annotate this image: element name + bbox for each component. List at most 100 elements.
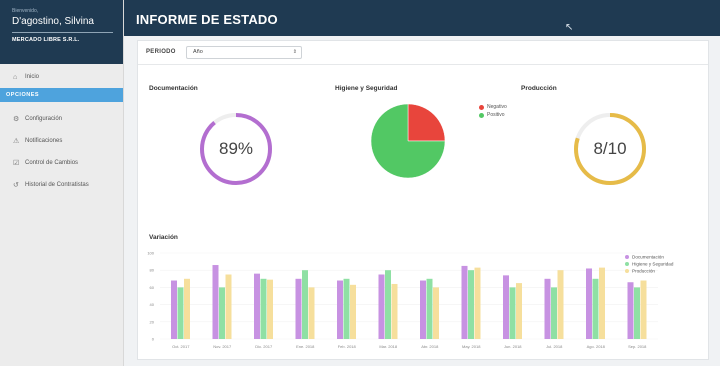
bar [551, 287, 557, 339]
bar [391, 283, 398, 339]
periodo-select[interactable]: Año ⇕ [186, 46, 302, 59]
x-tick-label: May. 2018 [462, 344, 481, 349]
bar [627, 282, 634, 339]
bar [378, 274, 385, 339]
bar [350, 284, 356, 339]
user-name[interactable]: D'agostino, Silvina [12, 16, 113, 27]
legend-dot [479, 104, 484, 110]
x-tick-label: Feb. 2018 [338, 344, 357, 349]
x-tick-label: Jun. 2018 [504, 344, 522, 349]
periodo-selected-value: Año [193, 49, 203, 55]
legend-dot [479, 112, 484, 118]
x-tick-label: Dic. 2017 [255, 344, 273, 349]
user-divider [12, 32, 113, 33]
legend-dot [625, 262, 629, 266]
bar [254, 273, 260, 339]
bar [267, 279, 273, 339]
bar [260, 278, 267, 339]
y-tick-label: 0 [152, 337, 155, 342]
bar [184, 278, 190, 339]
bar [302, 270, 308, 339]
bar [509, 287, 516, 339]
bar [599, 267, 605, 339]
bar [433, 287, 439, 339]
bar [634, 287, 640, 339]
page-title: INFORME DE ESTADO [136, 12, 278, 27]
x-tick-label: Abr. 2018 [421, 344, 439, 349]
bar [557, 270, 564, 339]
checkbox-icon: ☑ [13, 160, 20, 167]
legend-label: Positivo [487, 112, 505, 118]
section-header-opciones: OPCIONES [0, 88, 123, 102]
bar [586, 268, 592, 339]
bar [295, 278, 302, 339]
bar [474, 267, 481, 339]
variacion-bar-chart: 0 20 40 60 80 100 Oct. 2017 Nov. 2017 Dic. 2017 E… [147, 251, 674, 350]
bar [468, 270, 474, 339]
home-icon: ⌂ [13, 73, 18, 81]
bar [308, 287, 315, 339]
x-tick-label: Mar. 2018 [379, 344, 398, 349]
bar [337, 280, 343, 339]
company-name: MERCADO LIBRE S.R.L. [12, 37, 80, 43]
produccion-value: 8/10 [593, 139, 627, 158]
bar [225, 274, 232, 339]
bar [640, 280, 647, 339]
card-title-higiene: Higiene y Seguridad [335, 85, 398, 92]
bar [544, 278, 551, 339]
sidebar-item-inicio[interactable]: ⌂ Inicio [0, 66, 123, 88]
x-tick-label: Ene. 2018 [296, 344, 315, 349]
legend-negativo: Negativo [479, 104, 507, 110]
warning-icon: ⚠ [13, 138, 20, 145]
filter-row: PERIODO Año ⇕ [138, 41, 708, 65]
sidebar-item-label: Historial de Contratistas [25, 182, 89, 188]
chart-title-variacion: Variación [149, 234, 178, 241]
card-title-documentacion: Documentación [149, 85, 198, 92]
legend-label: Documentación [632, 255, 664, 260]
history-icon: ↺ [13, 182, 19, 189]
pie-slice-negativo [407, 103, 446, 142]
documentacion-value: 89% [218, 139, 254, 158]
bar [592, 278, 599, 339]
chevron-updown-icon: ⇕ [292, 49, 297, 55]
x-tick-label: Oct. 2017 [172, 344, 190, 349]
legend-dot [625, 255, 629, 259]
mouse-cursor-icon: ↖ [565, 22, 574, 33]
periodo-label: PERIODO [146, 49, 176, 55]
sidebar-item-label: Inicio [25, 74, 40, 80]
bar [503, 275, 509, 339]
y-tick-label: 60 [150, 285, 155, 290]
x-tick-label: Nov. 2017 [213, 344, 232, 349]
bar [420, 280, 426, 339]
bar [219, 287, 225, 339]
legend-label: Higiene y Seguridad [632, 262, 674, 267]
sidebar-item-historial[interactable]: ↺ Historial de Contratistas [0, 174, 123, 196]
welcome-text: Bienvenido, [12, 8, 39, 14]
card-title-produccion: Producción [521, 85, 557, 92]
y-tick-label: 40 [150, 302, 155, 307]
legend-positivo: Positivo [479, 112, 505, 118]
sidebar: Bienvenido, D'agostino, Silvina MERCADO … [0, 0, 124, 366]
sidebar-item-configuracion[interactable]: ⚙ Configuración [0, 108, 123, 130]
user-block: Bienvenido, D'agostino, Silvina MERCADO … [0, 0, 123, 64]
x-tick-label: Sep. 2018 [628, 344, 647, 349]
y-tick-label: 100 [147, 251, 154, 256]
top-bar: INFORME DE ESTADO ↖ [124, 0, 720, 36]
legend-dot [625, 269, 629, 273]
sidebar-item-label: Control de Cambios [25, 160, 79, 166]
sidebar-item-notificaciones[interactable]: ⚠ Notificaciones [0, 130, 123, 152]
bar [385, 270, 391, 339]
y-tick-label: 20 [150, 319, 155, 324]
bar [461, 265, 468, 339]
sidebar-item-label: Configuración [25, 116, 63, 122]
higiene-pie-chart [370, 103, 446, 179]
bar [343, 278, 350, 339]
bar [426, 278, 433, 339]
x-tick-label: Ago. 2018 [587, 344, 606, 349]
sidebar-item-control-de-cambios[interactable]: ☑ Control de Cambios [0, 152, 123, 174]
bar [212, 265, 219, 339]
y-tick-label: 80 [150, 268, 155, 273]
x-tick-label: Jul. 2018 [546, 344, 563, 349]
bar [516, 283, 522, 339]
legend-label: Producción [632, 269, 655, 274]
